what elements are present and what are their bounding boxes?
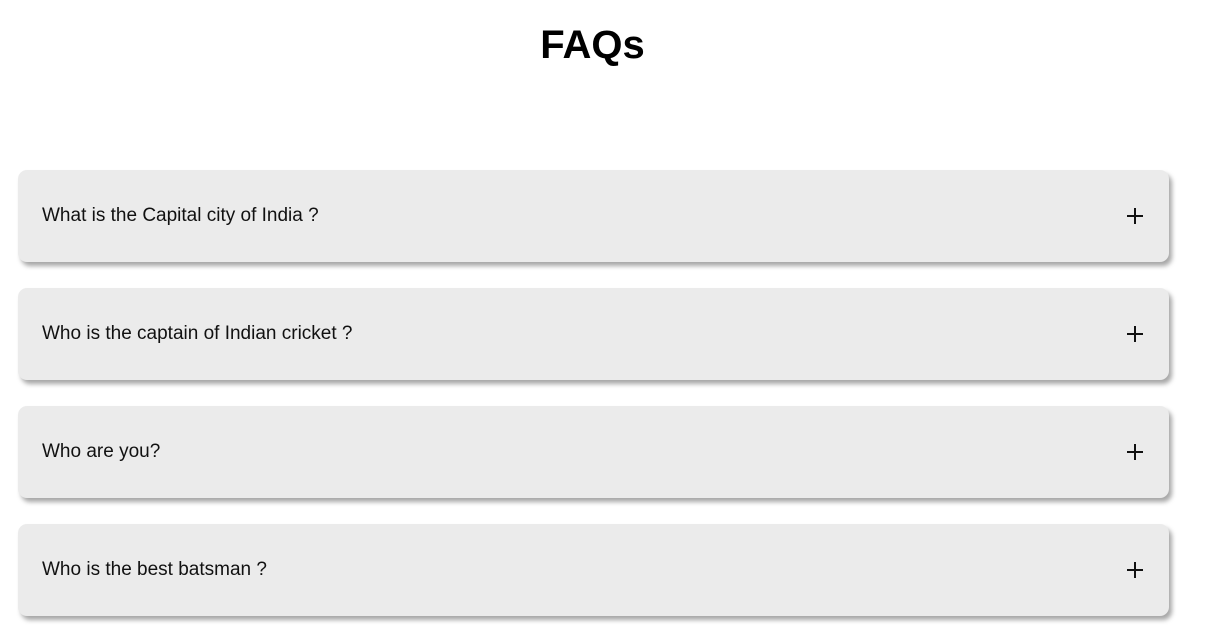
faq-page: FAQs What is the Capital city of India ?… <box>0 0 1223 637</box>
faq-question: Who is the best batsman ? <box>42 559 267 580</box>
plus-icon[interactable] <box>1127 562 1143 578</box>
page-title: FAQs <box>540 23 645 67</box>
faq-item[interactable]: What is the Capital city of India ? <box>18 170 1169 262</box>
plus-icon[interactable] <box>1127 444 1143 460</box>
faq-item[interactable]: Who is the captain of Indian cricket ? <box>18 288 1169 380</box>
faq-question: Who are you? <box>42 441 161 462</box>
faq-item[interactable]: Who is the best batsman ? <box>18 524 1169 616</box>
faq-question: What is the Capital city of India ? <box>42 205 319 226</box>
faq-list: What is the Capital city of India ? Who … <box>18 170 1169 637</box>
plus-icon[interactable] <box>1127 326 1143 342</box>
faq-item[interactable]: Who are you? <box>18 406 1169 498</box>
faq-question: Who is the captain of Indian cricket ? <box>42 323 353 344</box>
plus-icon[interactable] <box>1127 208 1143 224</box>
